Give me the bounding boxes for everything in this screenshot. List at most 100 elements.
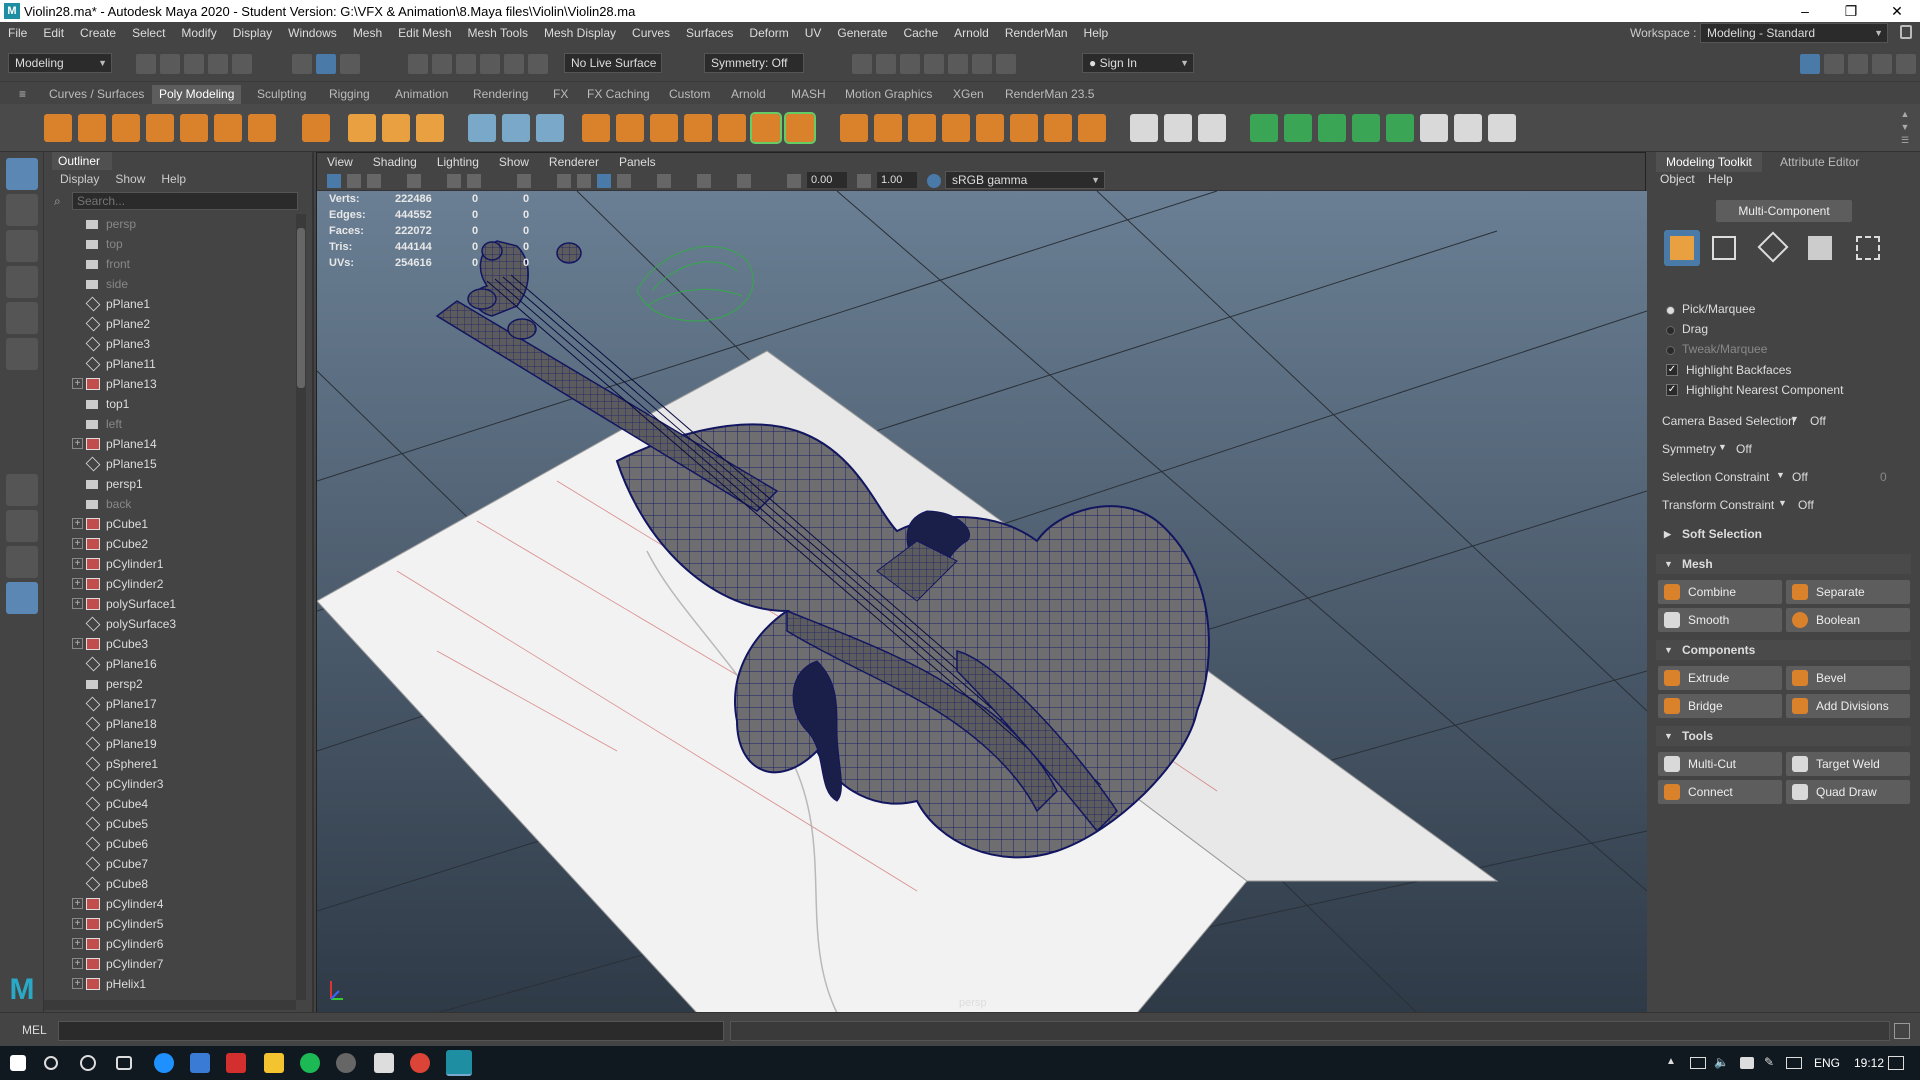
outliner-item[interactable]: pCube7 xyxy=(44,854,294,874)
ipr-render-icon[interactable] xyxy=(900,54,920,74)
outliner-item[interactable]: pPlane2 xyxy=(44,314,294,334)
outliner-item[interactable]: + pCylinder1 xyxy=(44,554,294,574)
smooth-shelf-icon[interactable] xyxy=(684,114,712,142)
film-gate-icon[interactable] xyxy=(447,174,461,188)
poly-cylinder-icon[interactable] xyxy=(112,114,140,142)
exposure-field[interactable]: 0.00 xyxy=(807,172,847,188)
outliner-item[interactable]: + pCylinder2 xyxy=(44,574,294,594)
tab-modeling-toolkit[interactable]: Modeling Toolkit xyxy=(1656,152,1762,172)
outliner-item[interactable]: + pCylinder4 xyxy=(44,894,294,914)
multi-cut-shelf-icon[interactable] xyxy=(1130,114,1158,142)
chevron-down-icon[interactable]: ▼ xyxy=(1778,498,1787,508)
outliner-layout-icon[interactable] xyxy=(6,582,38,614)
shelf-tab-fx[interactable]: FX xyxy=(546,85,575,104)
viewport-menu-show[interactable]: Show xyxy=(489,153,539,171)
menu-generate[interactable]: Generate xyxy=(829,26,895,40)
menu-curves[interactable]: Curves xyxy=(624,26,678,40)
bridge-button[interactable]: Bridge xyxy=(1658,694,1782,718)
camera-attributes-icon[interactable] xyxy=(347,174,361,188)
file-explorer-icon[interactable] xyxy=(264,1053,284,1073)
steam-icon[interactable] xyxy=(336,1053,356,1073)
outliner-item[interactable]: persp xyxy=(44,214,294,234)
poly-plane-icon[interactable] xyxy=(214,114,242,142)
outliner-item[interactable]: + polySurface1 xyxy=(44,594,294,614)
input-language[interactable]: ENG xyxy=(1814,1056,1840,1070)
snap-center-icon[interactable] xyxy=(528,54,548,74)
photos-icon[interactable] xyxy=(374,1053,394,1073)
separate-shelf-icon[interactable] xyxy=(616,114,644,142)
outliner-item[interactable]: top xyxy=(44,234,294,254)
boolean-button[interactable]: Boolean xyxy=(1786,608,1910,632)
pen-icon[interactable]: ✎ xyxy=(1764,1055,1774,1069)
render-settings-icon[interactable] xyxy=(924,54,944,74)
edge-browser-icon[interactable] xyxy=(154,1053,174,1073)
scale-tool-icon[interactable] xyxy=(6,338,38,370)
tray-app-icon[interactable] xyxy=(1740,1057,1754,1069)
toolkit-menu-object[interactable]: Object xyxy=(1660,172,1695,186)
tool-settings-icon[interactable] xyxy=(1848,54,1868,74)
shelf-tab-motion-graphics[interactable]: Motion Graphics xyxy=(838,85,939,104)
menu-create[interactable]: Create xyxy=(72,26,124,40)
edge-mode-icon[interactable] xyxy=(1757,231,1789,263)
grid-icon[interactable] xyxy=(407,174,421,188)
menu-display[interactable]: Display xyxy=(225,26,280,40)
svg-icon[interactable] xyxy=(416,114,444,142)
expand-icon[interactable]: + xyxy=(72,938,83,949)
shelf-tab-fx-caching[interactable]: FX Caching xyxy=(580,85,657,104)
menu-mesh-tools[interactable]: Mesh Tools xyxy=(460,26,536,40)
move-tool-icon[interactable] xyxy=(6,266,38,298)
hypershade-icon[interactable] xyxy=(948,54,968,74)
outliner-item[interactable]: pCube5 xyxy=(44,814,294,834)
poly-sphere-icon[interactable] xyxy=(44,114,72,142)
quad-remesh-shelf-icon[interactable] xyxy=(1488,114,1516,142)
shelf-tab-poly-modeling[interactable]: Poly Modeling xyxy=(152,85,242,104)
outliner-item[interactable]: left xyxy=(44,414,294,434)
render-frame-icon[interactable] xyxy=(876,54,896,74)
shelf-tab-mash[interactable]: MASH xyxy=(784,85,833,104)
mode-dropdown[interactable]: Modeling ▼ xyxy=(8,53,112,73)
menu-renderman[interactable]: RenderMan xyxy=(997,26,1076,40)
notifications-icon[interactable] xyxy=(1888,1056,1904,1070)
poke-shelf-icon[interactable] xyxy=(1078,114,1106,142)
poly-cube-icon[interactable] xyxy=(78,114,106,142)
viewport-menu-panels[interactable]: Panels xyxy=(609,153,666,171)
outliner-item[interactable]: pPlane15 xyxy=(44,454,294,474)
outliner-scroll-thumb[interactable] xyxy=(297,228,305,388)
single-view-layout-icon[interactable] xyxy=(6,474,38,506)
clock[interactable]: 19:12 xyxy=(1854,1056,1884,1070)
menu-modify[interactable]: Modify xyxy=(173,26,224,40)
outliner-item[interactable]: back xyxy=(44,494,294,514)
resolution-gate-icon[interactable] xyxy=(467,174,481,188)
outliner-item[interactable]: + pCylinder5 xyxy=(44,914,294,934)
menu-deform[interactable]: Deform xyxy=(741,26,796,40)
expand-icon[interactable]: + xyxy=(72,918,83,929)
gamma-icon[interactable] xyxy=(857,174,871,188)
outliner-item[interactable]: pPlane1 xyxy=(44,294,294,314)
script-editor-icon[interactable] xyxy=(1894,1023,1910,1039)
chevron-down-icon[interactable]: ▼ xyxy=(1718,442,1727,452)
shelf-tab-rendering[interactable]: Rendering xyxy=(466,85,535,104)
chevron-down-icon[interactable]: ▼ xyxy=(1776,470,1785,480)
tweak-marquee-radio[interactable] xyxy=(1666,346,1675,355)
shelf-tab-xgen[interactable]: XGen xyxy=(946,85,991,104)
shelf-scroll-icon[interactable]: ▲ ▼ ☰ xyxy=(1898,108,1912,148)
undo-icon[interactable] xyxy=(208,54,228,74)
bevel-button[interactable]: Bevel xyxy=(1786,666,1910,690)
checker-shelf-icon[interactable] xyxy=(1420,114,1448,142)
expand-icon[interactable]: + xyxy=(72,598,83,609)
connect-button[interactable]: Connect xyxy=(1658,780,1782,804)
smooth-button[interactable]: Smooth xyxy=(1658,608,1782,632)
expand-icon[interactable]: + xyxy=(72,958,83,969)
select-tool-icon[interactable] xyxy=(6,158,38,190)
object-mode-button[interactable] xyxy=(1664,230,1700,266)
menu-select[interactable]: Select xyxy=(124,26,173,40)
poly-cone-icon[interactable] xyxy=(146,114,174,142)
command-input[interactable] xyxy=(58,1021,724,1041)
expand-icon[interactable]: + xyxy=(72,898,83,909)
face-mode-icon[interactable] xyxy=(1808,236,1832,260)
arnold-render-icon[interactable] xyxy=(972,54,992,74)
sculpt-pinch-shelf-icon[interactable] xyxy=(1352,114,1380,142)
exposure-icon[interactable] xyxy=(787,174,801,188)
menu-arnold[interactable]: Arnold xyxy=(946,26,997,40)
menu-edit-mesh[interactable]: Edit Mesh xyxy=(390,26,459,40)
